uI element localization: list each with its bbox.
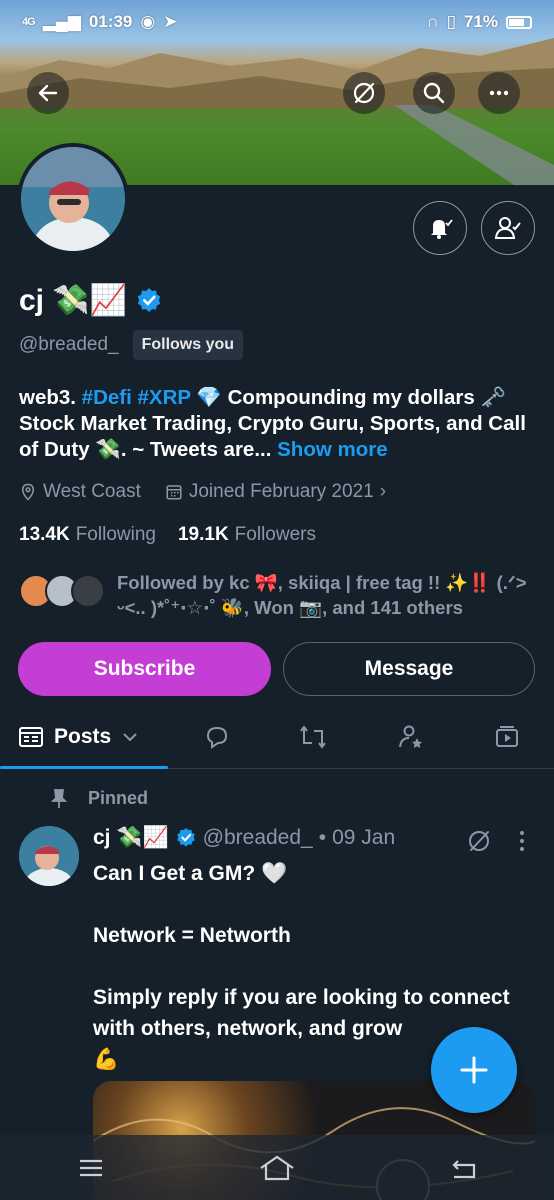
tweet-avatar-photo <box>19 826 79 886</box>
network-type: 4G <box>22 16 36 28</box>
followers-label: Followers <box>234 524 316 545</box>
calendar-icon <box>166 485 182 500</box>
tweet-separator: • <box>318 826 327 849</box>
mutual-avatar <box>71 574 105 608</box>
bio-prefix: web3. <box>19 386 82 409</box>
handle-row: @breaded_ Follows you <box>19 330 244 360</box>
recent-apps-icon[interactable] <box>76 1156 106 1180</box>
tweet-line-2: Network = Networth <box>93 924 291 947</box>
profile-bio: web3. #Defi #XRP 💎 Compounding my dollar… <box>19 385 539 463</box>
followers-count: 19.1K <box>177 524 229 545</box>
show-more-link[interactable]: Show more <box>277 438 388 461</box>
repost-icon <box>300 725 326 749</box>
location-text: West Coast <box>43 481 141 502</box>
battery-icon <box>506 15 532 29</box>
pinned-label-row: Pinned <box>50 788 148 809</box>
subscribe-button[interactable]: Subscribe <box>18 642 271 696</box>
user-star-icon <box>399 725 422 748</box>
more-options-button[interactable] <box>478 72 520 114</box>
tab-highlights[interactable] <box>390 705 432 769</box>
pinned-text: Pinned <box>88 788 149 808</box>
back-icon[interactable] <box>448 1155 478 1181</box>
profile-name: cj 💸📈 <box>19 284 128 317</box>
joined-text: Joined February 2021 <box>188 481 374 502</box>
tab-replies[interactable] <box>196 705 238 769</box>
mutual-avatars <box>19 570 107 610</box>
search-button[interactable] <box>413 72 455 114</box>
status-time: 01:39 <box>88 12 133 31</box>
telegram-icon: ➤ <box>163 12 178 31</box>
following-count: 13.4K <box>19 524 70 545</box>
active-tab-indicator <box>0 766 168 769</box>
location-pin-icon <box>21 483 35 501</box>
tab-reposts[interactable] <box>292 705 334 769</box>
tweet-spacer <box>93 951 543 982</box>
chevron-down-icon <box>123 733 137 742</box>
status-bar: 4G ▂▄▆ 01:39 ◉ ➤ ∩ ▯ 71% <box>0 0 554 44</box>
signal-icon: ▂▄▆ <box>42 12 81 31</box>
tweet-author-handle[interactable]: @breaded_ <box>203 826 313 850</box>
discord-icon: ◉ <box>140 12 156 31</box>
more-horizontal-icon <box>489 90 509 96</box>
grok-icon[interactable] <box>466 828 492 854</box>
following-button[interactable] <box>481 201 535 255</box>
profile-handle: @breaded_ <box>19 334 119 355</box>
system-nav-bar <box>0 1135 554 1200</box>
tweet-header: cj 💸📈 @breaded_ • 09 Jan <box>93 826 395 850</box>
search-icon <box>423 82 445 104</box>
followed-by-row[interactable]: Followed by kc 🎀, skiiqa | free tag !! ✨… <box>19 570 554 620</box>
verified-badge-icon <box>176 827 195 847</box>
profile-stats: 13.4K Following 19.1K Followers <box>19 524 316 546</box>
tweet-line-1: Can I Get a GM? 🤍 <box>93 862 288 885</box>
pin-icon <box>50 788 68 808</box>
banner-hills <box>0 38 554 108</box>
followers-stat[interactable]: 19.1K Followers <box>178 524 316 546</box>
profile-tabs: Posts <box>0 705 554 769</box>
follows-you-badge: Follows you <box>132 330 244 360</box>
tweet-date[interactable]: 09 Jan <box>332 826 395 850</box>
message-button[interactable]: Message <box>283 642 535 696</box>
grok-icon <box>353 82 375 104</box>
home-icon[interactable] <box>257 1154 297 1182</box>
tab-posts[interactable]: Posts <box>18 705 139 769</box>
chevron-right-icon: › <box>379 481 387 502</box>
banner-road <box>394 105 554 185</box>
media-play-icon <box>496 726 518 747</box>
verified-badge-icon[interactable] <box>135 287 163 315</box>
compose-post-button[interactable] <box>431 1027 517 1113</box>
vibrate-icon: ▯ <box>446 12 456 31</box>
profile-meta: West Coast Joined February 2021 › <box>19 481 386 503</box>
hashtag-defi[interactable]: #Defi <box>82 386 132 409</box>
location-item: West Coast <box>19 481 141 503</box>
joined-item[interactable]: Joined February 2021 › <box>165 481 386 503</box>
following-stat[interactable]: 13.4K Following <box>19 524 156 546</box>
profile-avatar[interactable] <box>17 143 129 255</box>
tab-posts-label: Posts <box>54 725 112 748</box>
tab-media[interactable] <box>486 705 528 769</box>
posts-tab-icon <box>19 727 43 747</box>
followed-by-text: Followed by kc 🎀, skiiqa | free tag !! ✨… <box>117 572 527 618</box>
arrow-left-icon <box>38 84 58 102</box>
following-label: Following <box>75 524 156 545</box>
tweet-author-name[interactable]: cj 💸📈 <box>93 826 169 850</box>
hashtag-xrp[interactable]: #XRP <box>138 386 191 409</box>
back-button[interactable] <box>27 72 69 114</box>
profile-name-row: cj 💸📈 <box>19 283 163 318</box>
battery-percent: 71% <box>463 12 498 31</box>
notifications-button[interactable] <box>413 201 467 255</box>
avatar-photo <box>21 147 125 251</box>
tweet-spacer <box>93 889 543 920</box>
more-vertical-icon[interactable] <box>512 829 532 853</box>
grok-button[interactable] <box>343 72 385 114</box>
tweet-author-avatar[interactable] <box>19 826 79 886</box>
headphones-icon: ∩ <box>426 12 439 31</box>
plus-icon <box>460 1056 488 1084</box>
user-check-icon <box>494 217 521 239</box>
bell-check-icon <box>431 219 453 239</box>
reply-bubble-icon <box>206 726 228 749</box>
